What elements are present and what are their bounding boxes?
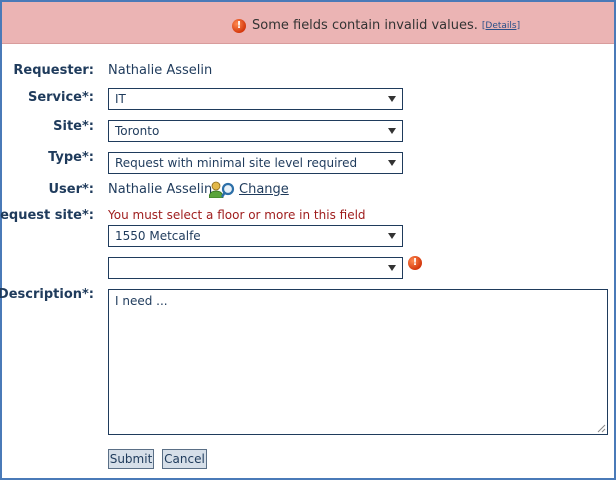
- type-select[interactable]: Request with minimal site level required: [108, 152, 403, 174]
- error-icon: !: [408, 256, 422, 270]
- requester-value: Nathalie Asselin: [108, 63, 213, 78]
- user-value: Nathalie Asselin: [108, 182, 213, 197]
- type-selected-value: Request with minimal site level required: [115, 156, 358, 170]
- description-label: Description*:: [0, 287, 94, 302]
- user-search-icon[interactable]: [209, 180, 235, 198]
- floor-select[interactable]: [108, 257, 403, 279]
- building-selected-value: 1550 Metcalfe: [115, 229, 201, 243]
- error-icon: !: [232, 18, 246, 33]
- user-label: User*:: [48, 182, 94, 197]
- service-selected-value: IT: [115, 92, 126, 106]
- site-label: Site*:: [53, 119, 94, 134]
- request-site-error: You must select a floor or more in this …: [108, 208, 366, 222]
- submit-button[interactable]: Submit: [108, 449, 154, 469]
- description-textarea[interactable]: I need ...: [108, 289, 608, 435]
- chevron-down-icon: [388, 128, 396, 134]
- chevron-down-icon: [388, 160, 396, 166]
- cancel-button[interactable]: Cancel: [162, 449, 207, 469]
- service-label: Service*:: [27, 90, 94, 105]
- resize-grip-icon[interactable]: [597, 424, 606, 433]
- details-link[interactable]: [Details]: [482, 21, 520, 31]
- building-select[interactable]: 1550 Metcalfe: [108, 225, 403, 247]
- site-selected-value: Toronto: [115, 124, 160, 138]
- request-site-label: Request site*:: [0, 208, 94, 223]
- description-value: I need ...: [115, 294, 168, 308]
- change-user-link[interactable]: Change: [239, 182, 289, 197]
- chevron-down-icon: [388, 96, 396, 102]
- chevron-down-icon: [388, 265, 396, 271]
- error-message: Some fields contain invalid values.: [252, 18, 478, 33]
- error-banner: ! Some fields contain invalid values. [D…: [2, 2, 614, 44]
- site-select[interactable]: Toronto: [108, 120, 403, 142]
- requester-label: Requester:: [13, 63, 94, 78]
- chevron-down-icon: [388, 233, 396, 239]
- service-select[interactable]: IT: [108, 88, 403, 110]
- type-label: Type*:: [48, 150, 94, 165]
